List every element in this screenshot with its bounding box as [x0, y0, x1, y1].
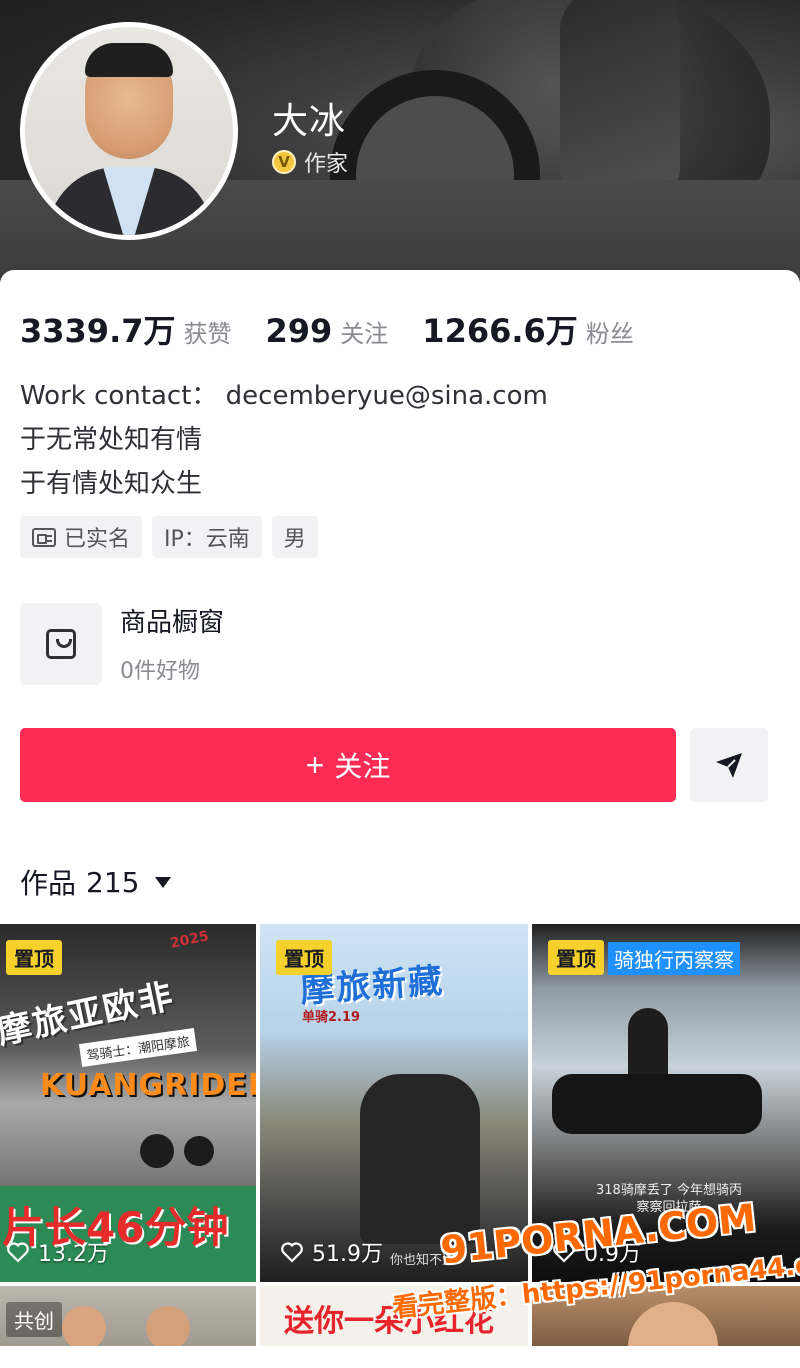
bio-line: 于有情处知众生 [20, 469, 203, 499]
stat-value: 3339.7万 [20, 312, 176, 350]
heart-icon [281, 1242, 303, 1263]
stat-label: 获赞 [183, 320, 232, 348]
verification-label: 作家 [304, 152, 349, 177]
avatar[interactable] [20, 22, 238, 240]
verification-row: V 作家 [272, 146, 348, 178]
tag-label: IP：云南 [164, 527, 250, 552]
verified-badge-icon: V [272, 150, 296, 174]
thumbnail-title: 骑独行丙察察 [608, 942, 740, 975]
tag-ip: IP：云南 [152, 516, 262, 558]
thumbnail-year: 2025 [168, 928, 211, 952]
follow-label: 关注 [334, 751, 391, 782]
bio: Work contact： decemberyue@sina.com 于无常处知… [20, 374, 548, 506]
thumbnail-person [62, 1306, 106, 1346]
thumbnail-motorcycle [552, 1074, 762, 1134]
caret-down-icon [155, 876, 172, 888]
share-button[interactable] [690, 728, 768, 802]
thumbnail-brand: KUANGRIDER [40, 1068, 256, 1103]
tag-label: 男 [283, 527, 306, 552]
pinned-badge: 置顶 [6, 940, 62, 975]
send-icon [716, 753, 742, 778]
bio-line: Work contact： decemberyue@sina.com [20, 381, 548, 411]
banner-rider [560, 0, 680, 190]
follow-button[interactable]: + 关注 [20, 728, 676, 802]
profile-tags: 已实名 IP：云南 男 [20, 516, 318, 558]
stat-value: 299 [265, 312, 333, 350]
thumbnail-subtitle: 驾骑士：潮阳摩旅 [78, 1028, 198, 1067]
stat-value: 1266.6万 [422, 312, 578, 350]
thumbnail-wheel [184, 1136, 214, 1166]
thumbnail-rider [360, 1074, 480, 1244]
tag-gender: 男 [271, 516, 318, 558]
pinned-badge: 置顶 [548, 940, 604, 975]
works-label: 作品 [20, 867, 77, 900]
pinned-badge: 置顶 [276, 940, 332, 975]
thumbnail-person [628, 1302, 718, 1346]
tag-label: 已实名 [64, 527, 131, 552]
bio-line: 于无常处知有情 [20, 425, 203, 455]
plus-icon: + [305, 746, 325, 783]
shop-subtitle: 0件好物 [120, 659, 200, 684]
like-count: 51.9万 [280, 1236, 383, 1268]
stat-label: 粉丝 [585, 320, 634, 348]
like-count: 13.2万 [6, 1236, 109, 1268]
stat-likes[interactable]: 3339.7万 获赞 [20, 306, 232, 352]
stat-label: 关注 [340, 320, 389, 348]
profile-name: 大冰 [272, 101, 347, 142]
like-value: 13.2万 [38, 1242, 109, 1267]
shopping-bag-icon [46, 628, 76, 659]
id-card-icon [32, 527, 56, 547]
shop-icon-box [20, 602, 102, 685]
video-tile[interactable]: 置顶 2025 摩旅亚欧非 驾骑士：潮阳摩旅 KUANGRIDER 片长46分钟… [0, 924, 256, 1282]
stats-row: 3339.7万 获赞 299 关注 1266.6万 粉丝 [20, 306, 668, 352]
works-count: 215 [86, 865, 140, 899]
avatar-photo [25, 27, 233, 235]
collab-badge: 共创 [6, 1302, 62, 1337]
shop-title: 商品橱窗 [120, 608, 225, 638]
video-tile[interactable]: 共创 [0, 1286, 256, 1346]
thumbnail-person [146, 1306, 190, 1346]
works-tab[interactable]: 作品 215 [20, 862, 172, 902]
stat-following[interactable]: 299 关注 [266, 312, 389, 350]
shop-window[interactable]: 商品橱窗 0件好物 [20, 602, 224, 685]
thumbnail-badge: 单骑2.19 [302, 1010, 361, 1025]
tag-verified[interactable]: 已实名 [20, 516, 143, 558]
heart-icon [7, 1242, 29, 1263]
thumbnail-wheel [140, 1134, 174, 1168]
stat-followers[interactable]: 1266.6万 粉丝 [422, 306, 634, 352]
like-value: 51.9万 [312, 1242, 383, 1267]
